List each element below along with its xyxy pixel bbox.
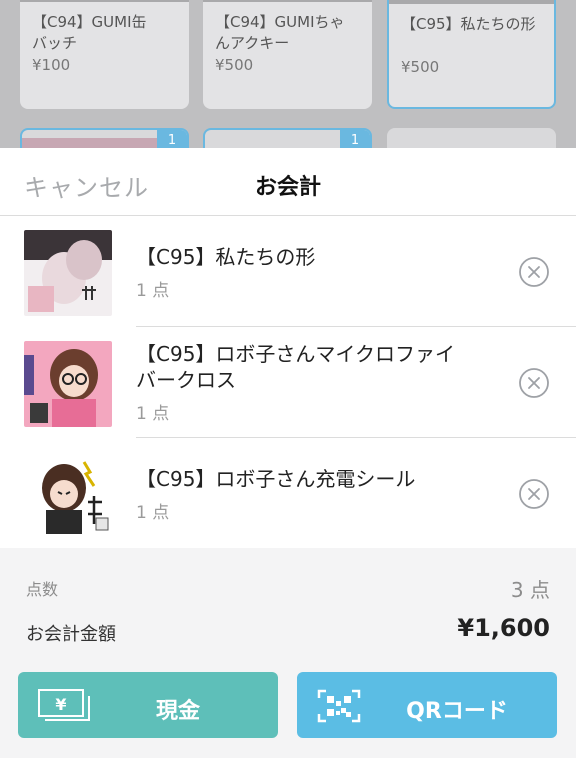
total-value: ¥1,600 (457, 614, 550, 642)
banknote-icon: ¥ (38, 689, 90, 721)
cart-item: 【C95】ロボ子さんマイクロファイバークロス 1 点 (0, 327, 576, 438)
product-tile: 【C94】GUMI缶 バッチ ¥100 (20, 0, 189, 109)
total-label: お会計金額 (26, 624, 116, 645)
qr-code-icon (317, 689, 361, 723)
product-price: ¥100 (32, 56, 71, 74)
product-tile: 【C94】GUMIちゃ んアクキー ¥500 (203, 0, 372, 109)
item-name: 【C95】私たちの形 (136, 245, 316, 269)
checkout-sheet: キャンセル お会計 【C95】私たちの形 1 点 【C95】ロボ子さんマイクロフ… (0, 148, 576, 758)
sheet-title: お会計 (254, 175, 321, 200)
cart-item: 【C95】私たちの形 1 点 (0, 216, 576, 327)
item-count-value: 3 点 (510, 578, 550, 602)
cash-payment-button[interactable]: ¥ 現金 (18, 672, 278, 738)
background-product-grid: 【C94】GUMI缶 バッチ ¥100 【C94】GUMIちゃ んアクキー ¥5… (0, 0, 576, 160)
item-count-label: 点数 (26, 580, 59, 599)
item-name: 【C95】ロボ子さんマイクロファイバークロス (136, 342, 456, 392)
product-price: ¥500 (401, 58, 440, 76)
cart-item-list: 【C95】私たちの形 1 点 【C95】ロボ子さんマイクロファイバークロス 1 … (0, 216, 576, 549)
remove-item-icon[interactable] (518, 478, 550, 510)
item-count-row: 点数 3 点 (26, 576, 550, 602)
product-name: 【C95】私たちの形 (401, 15, 536, 33)
cash-button-label: 現金 (155, 699, 200, 724)
item-quantity: 1 点 (136, 281, 170, 301)
product-name: 【C94】GUMI缶 バッチ (32, 13, 147, 52)
product-tile-selected: 【C95】私たちの形 ¥500 (387, 0, 556, 109)
qr-payment-button[interactable]: QRコード (297, 672, 557, 738)
remove-item-icon[interactable] (518, 367, 550, 399)
checkout-summary: 点数 3 点 お会計金額 ¥1,600 ¥ 現金 QRコード (0, 548, 576, 758)
banknote-glyph: ¥ (55, 695, 66, 714)
qr-button-label: QRコード (406, 699, 508, 724)
item-thumbnail (24, 230, 112, 316)
item-quantity: 1 点 (136, 404, 170, 424)
product-price: ¥500 (215, 56, 254, 74)
product-image (20, 0, 189, 2)
cart-item: 【C95】ロボ子さん充電シール 1 点 (0, 438, 576, 549)
item-quantity: 1 点 (136, 503, 170, 523)
item-thumbnail (24, 341, 112, 427)
product-image (203, 0, 372, 2)
sheet-header: キャンセル お会計 (0, 148, 576, 216)
product-image (389, 0, 554, 4)
remove-item-icon[interactable] (518, 256, 550, 288)
product-name: 【C94】GUMIちゃ んアクキー (215, 13, 345, 52)
total-row: お会計金額 ¥1,600 (26, 614, 550, 646)
item-thumbnail (24, 452, 112, 538)
item-name: 【C95】ロボ子さん充電シール (136, 467, 416, 491)
